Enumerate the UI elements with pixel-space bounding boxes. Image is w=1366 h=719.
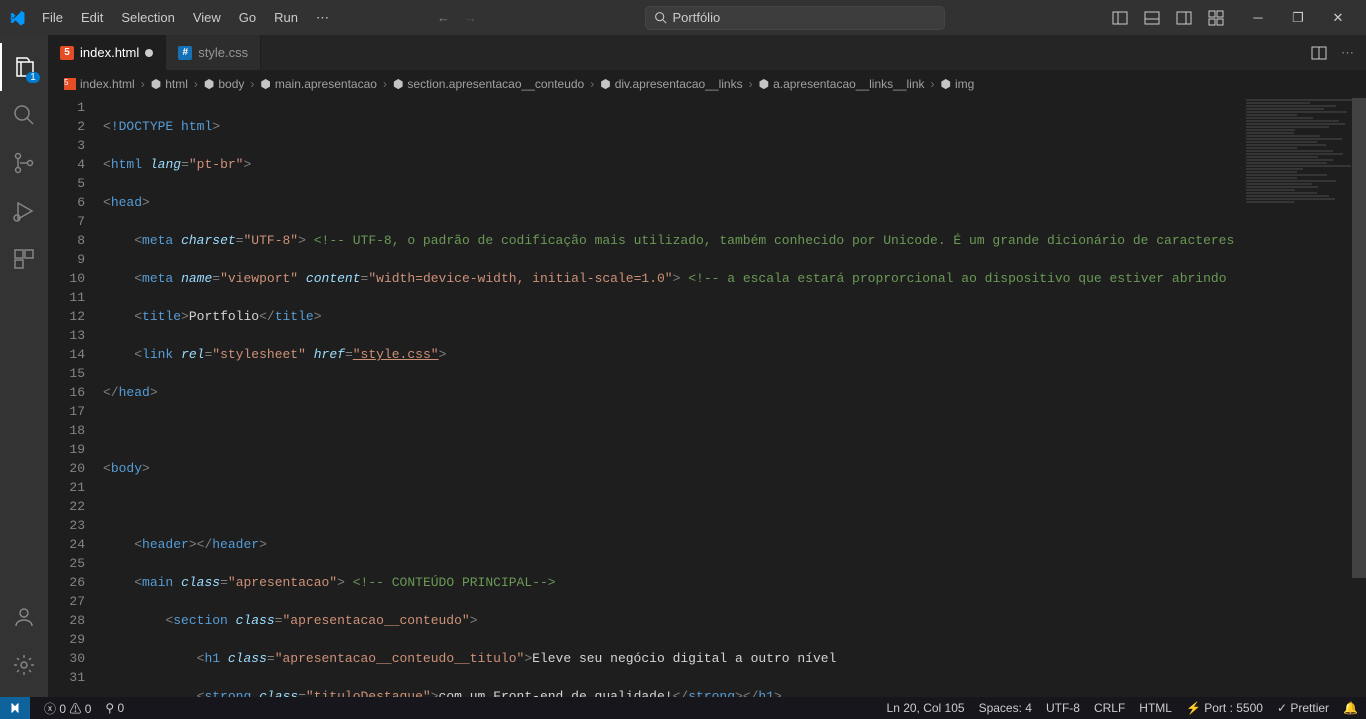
menu-go[interactable]: Go [231,6,264,30]
status-cursor-position[interactable]: Ln 20, Col 105 [887,701,965,715]
status-indentation[interactable]: Spaces: 4 [979,701,1032,715]
search-icon [654,11,667,24]
activity-extensions[interactable] [0,235,48,283]
html-file-icon: 5 [64,78,76,90]
title-bar: File Edit Selection View Go Run ⋯ ← → Po… [0,0,1366,35]
menu-view[interactable]: View [185,6,229,30]
remote-indicator[interactable] [0,697,30,719]
breadcrumb-item[interactable]: img [955,77,974,91]
tab-label: index.html [80,45,139,60]
window-minimize-icon[interactable]: ─ [1238,4,1278,32]
css-file-icon: # [178,46,192,60]
symbol-icon: ⬢ [151,77,161,91]
window-maximize-icon[interactable]: ❐ [1278,4,1318,32]
layout-customize-icon[interactable] [1208,10,1224,26]
explorer-badge: 1 [26,72,40,83]
menu-run[interactable]: Run [266,6,306,30]
status-language[interactable]: HTML [1139,701,1172,715]
modified-dot-icon [145,49,153,57]
activity-bar: 1 [0,35,48,697]
activity-source-control[interactable] [0,139,48,187]
breadcrumb-item[interactable]: main.apresentacao [275,77,377,91]
activity-explorer[interactable]: 1 [0,43,48,91]
symbol-icon: ⬢ [600,77,610,91]
tab-style-css[interactable]: # style.css [166,35,261,70]
breadcrumb-item[interactable]: body [218,77,244,91]
nav-back-icon[interactable]: ← [437,10,450,25]
menu-bar: File Edit Selection View Go Run ⋯ [34,6,337,30]
status-prettier[interactable]: ✓ Prettier [1277,701,1329,715]
symbol-icon: ⬢ [260,77,270,91]
status-encoding[interactable]: UTF-8 [1046,701,1080,715]
breadcrumbs[interactable]: 5index.html › ⬢html › ⬢body › ⬢main.apre… [48,70,1366,98]
symbol-icon: ⬢ [204,77,214,91]
breadcrumb-item[interactable]: a.apresentacao__links__link [773,77,924,91]
activity-settings[interactable] [0,641,48,689]
tab-label: style.css [198,45,248,60]
menu-more[interactable]: ⋯ [308,6,337,30]
split-editor-icon[interactable] [1311,45,1327,61]
symbol-icon: ⬢ [393,77,403,91]
menu-file[interactable]: File [34,6,71,30]
layout-bottom-icon[interactable] [1144,10,1160,26]
line-number-gutter: 1234567891011121314151617181920212223242… [48,98,103,697]
symbol-icon: ⬢ [759,77,769,91]
status-live-server[interactable]: ⚡ Port : 5500 [1186,701,1263,715]
minimap[interactable] [1242,98,1352,678]
window-close-icon[interactable]: ✕ [1318,4,1358,32]
tab-index-html[interactable]: 5 index.html [48,35,166,70]
activity-account[interactable] [0,593,48,641]
more-actions-icon[interactable]: ⋯ [1341,45,1354,61]
status-radio[interactable]: ⚲ 0 [105,701,124,715]
layout-sideleft-icon[interactable] [1112,10,1128,26]
menu-edit[interactable]: Edit [73,6,111,30]
search-label: Portfólio [673,10,721,25]
breadcrumb-item[interactable]: html [165,77,188,91]
status-bar: ⓧ 0 ⚠ 0 ⚲ 0 Ln 20, Col 105 Spaces: 4 UTF… [0,697,1366,719]
command-center-search[interactable]: Portfólio [645,6,945,30]
symbol-icon: ⬢ [941,77,951,91]
status-eol[interactable]: CRLF [1094,701,1125,715]
editor-area: 5 index.html # style.css ⋯ 5index.html ›… [48,35,1366,697]
activity-run-debug[interactable] [0,187,48,235]
breadcrumb-item[interactable]: section.apresentacao__conteudo [407,77,584,91]
vscode-logo-icon [8,9,26,27]
nav-forward-icon[interactable]: → [464,10,477,25]
vertical-scrollbar[interactable] [1352,98,1366,678]
status-notifications-icon[interactable]: 🔔 [1343,701,1358,715]
breadcrumb-item[interactable]: index.html [80,77,135,91]
breadcrumb-item[interactable]: div.apresentacao__links [615,77,743,91]
activity-search[interactable] [0,91,48,139]
scrollbar-thumb[interactable] [1352,98,1366,578]
editor-content[interactable]: 1234567891011121314151617181920212223242… [48,98,1366,697]
status-problems[interactable]: ⓧ 0 ⚠ 0 [44,700,91,717]
editor-tabs: 5 index.html # style.css ⋯ [48,35,1366,70]
html-file-icon: 5 [60,46,74,60]
layout-sideright-icon[interactable] [1176,10,1192,26]
code[interactable]: <!DOCTYPE html> <html lang="pt-br"> <hea… [103,98,1366,697]
menu-selection[interactable]: Selection [113,6,182,30]
